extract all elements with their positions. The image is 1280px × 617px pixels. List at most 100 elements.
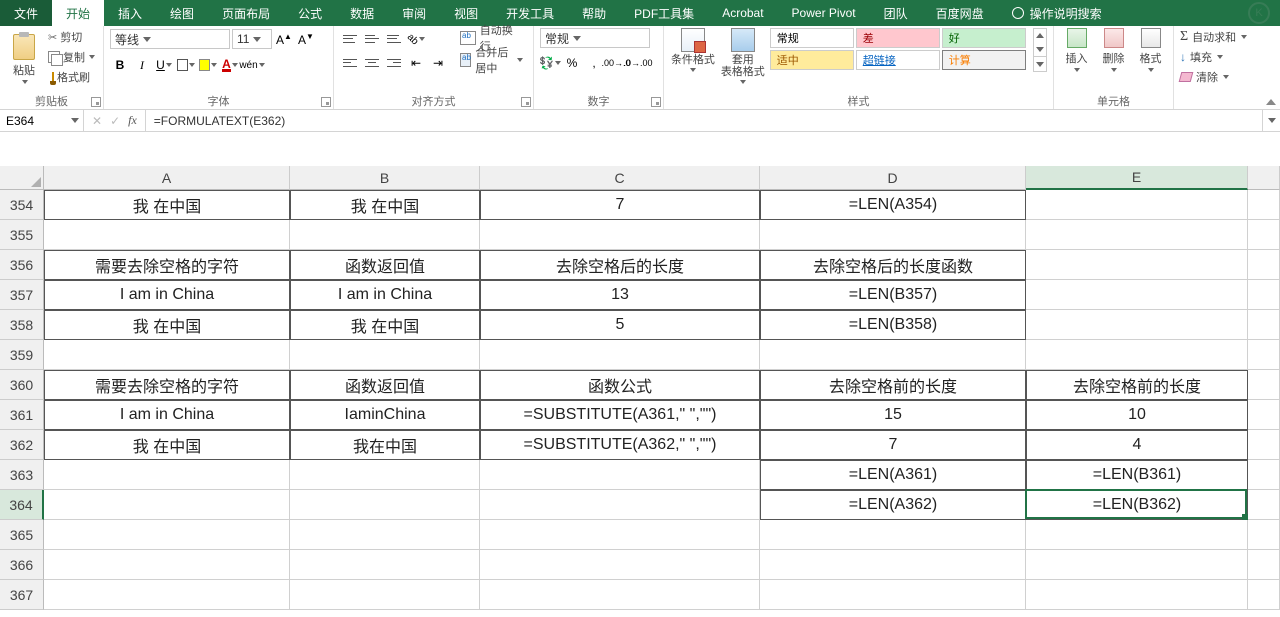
cell[interactable] — [44, 490, 290, 520]
cell[interactable] — [760, 520, 1026, 550]
cell[interactable] — [44, 550, 290, 580]
align-top-button[interactable] — [340, 29, 360, 49]
cell[interactable] — [1248, 190, 1280, 220]
cell[interactable]: =LEN(A354) — [760, 190, 1026, 220]
tab-file[interactable]: 文件 — [0, 0, 52, 26]
cell[interactable] — [1248, 550, 1280, 580]
cell[interactable]: 我 在中国 — [44, 310, 290, 340]
border-button[interactable] — [176, 55, 196, 75]
conditional-format-button[interactable]: 条件格式 — [670, 28, 716, 72]
cell[interactable]: =LEN(B358) — [760, 310, 1026, 340]
cell[interactable]: 7 — [480, 190, 760, 220]
row-header[interactable]: 357 — [0, 280, 44, 310]
style-neutral[interactable]: 适中 — [770, 50, 854, 70]
cut-button[interactable]: ✂剪切 — [46, 28, 97, 46]
row-header[interactable]: 355 — [0, 220, 44, 250]
delete-cells-button[interactable]: 删除 — [1097, 28, 1130, 72]
cell[interactable]: =SUBSTITUTE(A362," ","") — [480, 430, 760, 460]
cell[interactable]: 去除空格前的长度 — [760, 370, 1026, 400]
cell[interactable] — [44, 580, 290, 610]
format-cells-button[interactable]: 格式 — [1134, 28, 1167, 72]
tab-team[interactable]: 团队 — [870, 0, 922, 26]
cell[interactable]: I am in China — [290, 280, 480, 310]
cell[interactable]: 需要去除空格的字符 — [44, 250, 290, 280]
cell[interactable] — [1248, 250, 1280, 280]
style-bad[interactable]: 差 — [856, 28, 940, 48]
row-header[interactable]: 354 — [0, 190, 44, 220]
decrease-indent-button[interactable]: ⇤ — [406, 53, 426, 73]
cell[interactable] — [1026, 340, 1248, 370]
cell[interactable] — [44, 460, 290, 490]
gallery-scroll[interactable] — [1033, 28, 1047, 72]
increase-font-button[interactable]: A▲ — [274, 29, 294, 49]
cell[interactable] — [1248, 400, 1280, 430]
cancel-formula-button[interactable]: ✕ — [92, 114, 102, 128]
cell[interactable]: IaminChina — [290, 400, 480, 430]
cell[interactable] — [1248, 280, 1280, 310]
align-right-button[interactable] — [384, 53, 404, 73]
font-size-combo[interactable]: 11 — [232, 29, 272, 49]
cell[interactable] — [480, 520, 760, 550]
tab-data[interactable]: 数据 — [336, 0, 388, 26]
align-bottom-button[interactable] — [384, 29, 404, 49]
fill-color-button[interactable] — [198, 55, 218, 75]
cell[interactable] — [480, 490, 760, 520]
fill-button[interactable]: ↓填充 — [1180, 48, 1247, 66]
cell[interactable] — [290, 520, 480, 550]
cell[interactable] — [1026, 280, 1248, 310]
insert-cells-button[interactable]: 插入 — [1060, 28, 1093, 72]
cell[interactable] — [1026, 550, 1248, 580]
tab-draw[interactable]: 绘图 — [156, 0, 208, 26]
cell[interactable]: 4 — [1026, 430, 1248, 460]
cell[interactable]: 7 — [760, 430, 1026, 460]
dialog-launcher[interactable] — [651, 97, 661, 107]
enter-formula-button[interactable]: ✓ — [110, 114, 120, 128]
cell[interactable] — [480, 460, 760, 490]
cell[interactable] — [480, 550, 760, 580]
cell[interactable] — [1248, 220, 1280, 250]
cell[interactable] — [1248, 340, 1280, 370]
cell[interactable]: 5 — [480, 310, 760, 340]
cell[interactable]: =LEN(B357) — [760, 280, 1026, 310]
row-header[interactable]: 367 — [0, 580, 44, 610]
cell[interactable]: I am in China — [44, 400, 290, 430]
align-middle-button[interactable] — [362, 29, 382, 49]
select-all-corner[interactable] — [0, 166, 44, 190]
cell[interactable]: 我 在中国 — [290, 310, 480, 340]
row-header[interactable]: 358 — [0, 310, 44, 340]
cell[interactable]: 需要去除空格的字符 — [44, 370, 290, 400]
autosum-button[interactable]: Σ自动求和 — [1180, 28, 1247, 46]
cell[interactable] — [290, 550, 480, 580]
row-header[interactable]: 363 — [0, 460, 44, 490]
cell[interactable]: 去除空格后的长度函数 — [760, 250, 1026, 280]
column-header[interactable]: E — [1026, 166, 1248, 190]
merge-center-button[interactable]: 合并后居中 — [456, 50, 527, 70]
cell[interactable] — [290, 220, 480, 250]
cell[interactable]: 函数返回值 — [290, 370, 480, 400]
cell[interactable] — [290, 580, 480, 610]
align-center-button[interactable] — [362, 53, 382, 73]
style-link[interactable]: 超链接 — [856, 50, 940, 70]
cell[interactable] — [760, 340, 1026, 370]
tab-home[interactable]: 开始 — [52, 0, 104, 26]
cell[interactable] — [480, 580, 760, 610]
cell[interactable] — [290, 340, 480, 370]
cell[interactable] — [1248, 520, 1280, 550]
cell[interactable]: 我在中国 — [290, 430, 480, 460]
cell[interactable] — [760, 550, 1026, 580]
tab-formulas[interactable]: 公式 — [284, 0, 336, 26]
cell[interactable]: 我 在中国 — [44, 190, 290, 220]
decrease-font-button[interactable]: A▼ — [296, 29, 316, 49]
copy-button[interactable]: 复制 — [46, 48, 97, 66]
cells-area[interactable]: 我 在中国我 在中国7=LEN(A354)需要去除空格的字符函数返回值去除空格后… — [44, 190, 1280, 610]
cell[interactable]: =LEN(A361) — [760, 460, 1026, 490]
format-table-button[interactable]: 套用 表格格式 — [720, 28, 766, 84]
font-color-button[interactable]: A — [220, 55, 240, 75]
formula-input[interactable]: =FORMULATEXT(E362) — [146, 110, 1262, 131]
cell[interactable]: 我 在中国 — [44, 430, 290, 460]
percent-button[interactable]: % — [562, 53, 582, 73]
row-header[interactable]: 360 — [0, 370, 44, 400]
cell[interactable]: 去除空格前的长度 — [1026, 370, 1248, 400]
expand-formula-bar-button[interactable] — [1262, 110, 1280, 131]
cell[interactable] — [1248, 370, 1280, 400]
